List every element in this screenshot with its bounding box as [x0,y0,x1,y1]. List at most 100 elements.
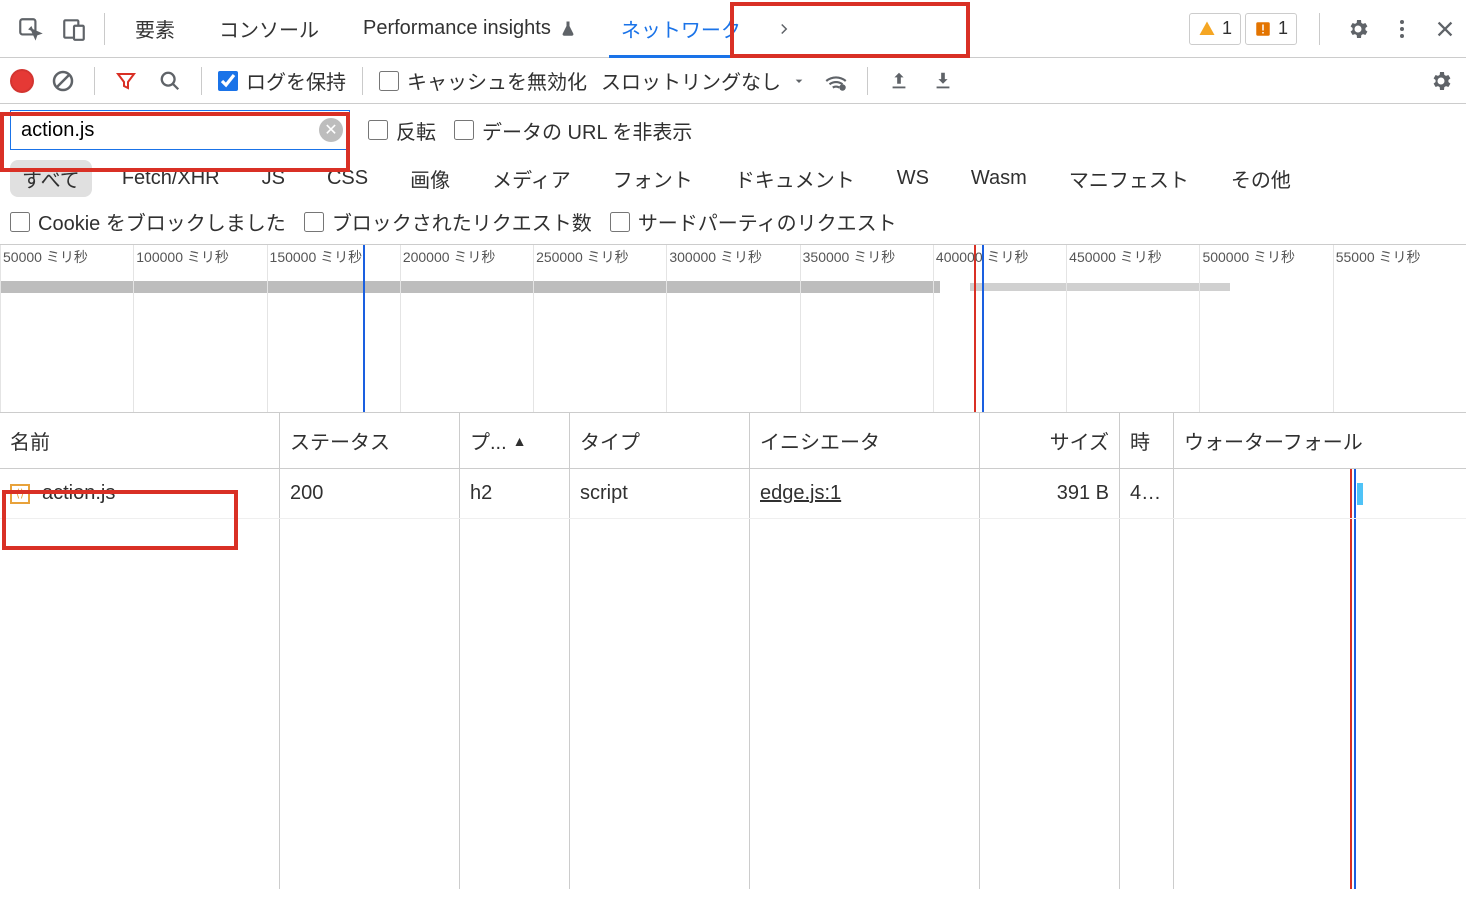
filter-bar: ✕ 反転 データの URL を非表示 すべて Fetch/XHR JS CSS … [0,104,1466,245]
filter-type-css[interactable]: CSS [315,163,380,194]
inspect-element-icon[interactable] [10,9,50,49]
preserve-log-label: ログを保持 [246,66,346,95]
divider [104,13,105,45]
invert-input[interactable] [368,120,388,140]
cell-initiator: edge.js:1 [750,469,980,518]
download-har-icon[interactable] [928,66,958,96]
request-table-header: 名前 ステータス プ... ▲ タイプ イニシエータ サイズ 時 ウォーターフォ… [0,413,1466,469]
filter-type-fetchxhr[interactable]: Fetch/XHR [110,163,232,194]
issue-icon [1254,20,1272,38]
file-name: action.js [42,482,115,505]
col-initiator[interactable]: イニシエータ [750,413,980,468]
divider [94,67,95,95]
tab-network[interactable]: ネットワーク [601,0,761,58]
blocked-cookies-label: Cookie をブロックしました [38,207,286,236]
table-row[interactable]: ⟨⟩ action.js 200 h2 script edge.js:1 391… [0,469,1466,519]
divider [867,67,868,95]
blocked-requests-input[interactable] [304,212,324,232]
filter-type-img[interactable]: 画像 [398,160,462,197]
warning-icon [1198,20,1216,38]
devtools-tabbar: 要素 コンソール Performance insights ネットワーク 1 1 [0,0,1466,58]
flask-icon [559,20,577,38]
col-name[interactable]: 名前 [0,413,280,468]
search-icon[interactable] [155,66,185,96]
col-type[interactable]: タイプ [570,413,750,468]
blocked-requests-label: ブロックされたリクエスト数 [332,207,592,236]
cell-protocol: h2 [460,469,570,518]
disable-cache-input[interactable] [379,71,399,91]
filter-type-all[interactable]: すべて [10,160,92,197]
network-settings-icon[interactable] [1426,66,1456,96]
warnings-count: 1 [1222,18,1232,39]
invert-label: 反転 [396,116,436,145]
issues-badge[interactable]: 1 [1245,13,1297,45]
timeline-overview[interactable]: 50000 ミリ秒100000 ミリ秒150000 ミリ秒200000 ミリ秒2… [0,245,1466,413]
blocked-cookies-checkbox[interactable]: Cookie をブロックしました [10,207,286,236]
warnings-badge[interactable]: 1 [1189,13,1241,45]
filter-type-doc[interactable]: ドキュメント [723,160,867,197]
cell-size: 391 B [980,469,1120,518]
sort-asc-icon: ▲ [513,433,527,449]
third-party-label: サードパーティのリクエスト [638,207,897,236]
col-status[interactable]: ステータス [280,413,460,468]
filter-type-manifest[interactable]: マニフェスト [1057,160,1201,197]
blocked-cookies-input[interactable] [10,212,30,232]
filter-type-other[interactable]: その他 [1219,160,1303,197]
filter-type-media[interactable]: メディア [480,160,583,197]
cell-time: 4… [1120,469,1174,518]
upload-har-icon[interactable] [884,66,914,96]
hide-data-urls-input[interactable] [454,120,474,140]
blocked-requests-checkbox[interactable]: ブロックされたリクエスト数 [304,207,592,236]
filter-icon[interactable] [111,66,141,96]
col-waterfall[interactable]: ウォーターフォール [1174,413,1466,468]
cell-status: 200 [280,469,460,518]
disable-cache-label: キャッシュを無効化 [407,66,587,95]
filter-input[interactable] [21,119,313,142]
invert-checkbox[interactable]: 反転 [368,116,436,145]
network-conditions-icon[interactable] [821,66,851,96]
filter-type-font[interactable]: フォント [601,160,705,197]
tab-console[interactable]: コンソール [199,0,339,58]
divider [362,67,363,95]
filter-input-wrap[interactable]: ✕ [10,110,350,150]
filter-type-js[interactable]: JS [250,163,297,194]
divider [201,67,202,95]
script-file-icon: ⟨⟩ [10,484,30,504]
disable-cache-checkbox[interactable]: キャッシュを無効化 [379,66,587,95]
preserve-log-input[interactable] [218,71,238,91]
clear-icon[interactable] [48,66,78,96]
clear-filter-icon[interactable]: ✕ [319,118,343,142]
record-button[interactable] [10,69,34,93]
throttling-label: スロットリングなし [601,66,781,95]
preserve-log-checkbox[interactable]: ログを保持 [218,66,346,95]
kebab-menu-icon[interactable] [1390,17,1414,41]
filter-type-wasm[interactable]: Wasm [959,163,1039,194]
third-party-checkbox[interactable]: サードパーティのリクエスト [610,207,897,236]
hide-data-urls-label: データの URL を非表示 [482,116,692,145]
hide-data-urls-checkbox[interactable]: データの URL を非表示 [454,116,692,145]
issues-count: 1 [1278,18,1288,39]
col-protocol[interactable]: プ... ▲ [460,413,570,468]
cell-type: script [570,469,750,518]
divider [1319,13,1320,45]
col-protocol-label: プ... [470,426,507,455]
request-table-body: ⟨⟩ action.js 200 h2 script edge.js:1 391… [0,469,1466,889]
cell-name: ⟨⟩ action.js [0,469,280,518]
tab-elements[interactable]: 要素 [115,0,195,58]
throttling-select[interactable]: スロットリングなし [601,66,807,95]
device-toolbar-icon[interactable] [54,9,94,49]
cell-waterfall [1174,469,1466,518]
settings-icon[interactable] [1346,17,1370,41]
tab-performance-insights[interactable]: Performance insights [343,0,597,58]
initiator-link[interactable]: edge.js:1 [760,482,841,505]
close-icon[interactable] [1434,18,1456,40]
dropdown-icon [791,73,807,89]
filter-type-ws[interactable]: WS [885,163,941,194]
more-tabs-icon[interactable] [765,20,803,38]
network-toolbar: ログを保持 キャッシュを無効化 スロットリングなし [0,58,1466,104]
third-party-input[interactable] [610,212,630,232]
tab-label: Performance insights [363,17,551,40]
col-size[interactable]: サイズ [980,413,1120,468]
col-time[interactable]: 時 [1120,413,1174,468]
empty-rows [0,519,1466,889]
